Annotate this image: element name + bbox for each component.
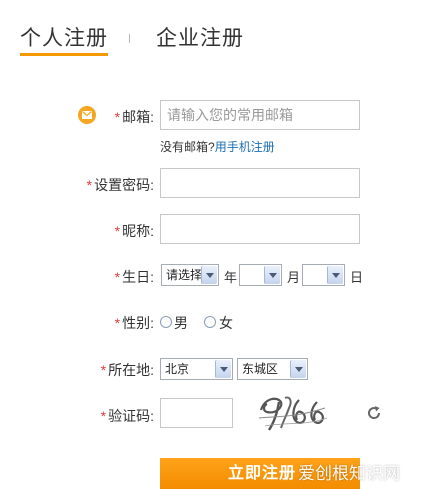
- active-tab-indicator: [20, 53, 108, 56]
- gender-male-label[interactable]: 男: [174, 313, 188, 333]
- province-select[interactable]: 北京: [160, 358, 233, 380]
- captcha-image[interactable]: [255, 388, 330, 434]
- location-label: * 所在地:: [70, 360, 154, 380]
- required-star: *: [114, 223, 121, 239]
- district-value: 东城区: [242, 362, 279, 376]
- required-star: *: [114, 315, 121, 331]
- required-star: *: [114, 109, 121, 125]
- email-label-text: 邮箱:: [122, 109, 154, 125]
- tab-personal-registration[interactable]: 个人注册: [20, 22, 108, 52]
- birth-month-select[interactable]: [239, 264, 282, 286]
- captcha-label-text: 验证码:: [108, 408, 154, 424]
- birth-year-value: 请选择: [166, 268, 203, 282]
- captcha-input[interactable]: [160, 398, 233, 428]
- required-star: *: [100, 408, 107, 424]
- location-label-text: 所在地:: [108, 362, 154, 378]
- nickname-label: * 昵称:: [70, 221, 154, 241]
- no-email-text: 没有邮箱?: [160, 140, 215, 154]
- chevron-down-icon: [201, 266, 217, 284]
- birthday-label-text: 生日:: [122, 269, 154, 285]
- register-by-phone-link[interactable]: 用手机注册: [215, 140, 275, 154]
- gender-label-text: 性别:: [122, 315, 154, 331]
- password-label-text: 设置密码:: [94, 177, 154, 193]
- email-input[interactable]: 请输入您的常用邮箱: [160, 100, 360, 130]
- chevron-down-icon: [264, 266, 280, 284]
- email-hint: 没有邮箱?用手机注册: [160, 138, 275, 155]
- email-label: * 邮箱:: [70, 107, 154, 127]
- birthday-label: * 生日:: [70, 267, 154, 287]
- required-star: *: [114, 269, 121, 285]
- required-star: *: [100, 362, 107, 378]
- chevron-down-icon: [215, 360, 231, 378]
- nickname-input[interactable]: [160, 214, 360, 244]
- year-unit: 年: [224, 270, 238, 285]
- gender-female-label[interactable]: 女: [219, 313, 233, 333]
- chevron-down-icon: [327, 266, 343, 284]
- month-unit: 月: [287, 270, 301, 285]
- tab-divider: [129, 34, 130, 43]
- watermark: 爱创根知识网: [298, 464, 400, 483]
- day-unit: 日: [350, 270, 364, 285]
- birth-day-select[interactable]: [302, 264, 345, 286]
- password-label: * 设置密码:: [70, 175, 154, 195]
- tab-company-registration[interactable]: 企业注册: [156, 22, 244, 52]
- required-star: *: [86, 177, 93, 193]
- password-input[interactable]: [160, 168, 360, 198]
- refresh-icon[interactable]: [366, 405, 382, 421]
- nickname-label-text: 昵称:: [122, 223, 154, 239]
- birth-year-select[interactable]: 请选择: [161, 264, 219, 286]
- gender-male-radio[interactable]: [160, 316, 172, 328]
- captcha-label: * 验证码:: [70, 406, 154, 426]
- chevron-down-icon: [290, 360, 306, 378]
- province-value: 北京: [165, 362, 190, 376]
- gender-female-radio[interactable]: [204, 316, 216, 328]
- gender-label: * 性别:: [70, 313, 154, 333]
- district-select[interactable]: 东城区: [237, 358, 308, 380]
